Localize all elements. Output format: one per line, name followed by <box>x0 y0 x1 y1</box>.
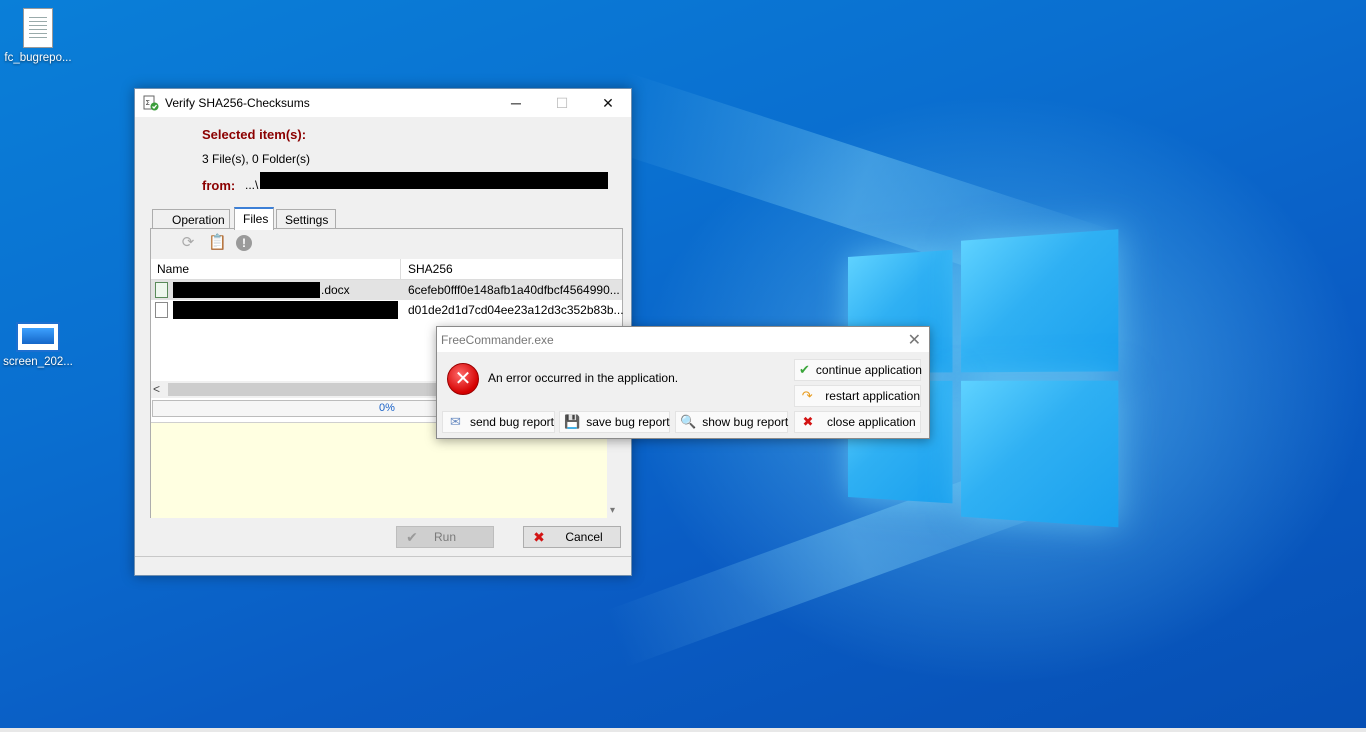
taskbar-edge <box>0 728 1366 732</box>
horizontal-scrollbar[interactable]: < <box>151 381 451 398</box>
show-bug-report-button[interactable]: 🔍 show bug report <box>675 411 788 433</box>
close-application-button[interactable]: ✖ close application <box>794 411 921 433</box>
tab-operation[interactable]: Operation <box>152 209 230 229</box>
error-dialog: FreeCommander.exe ✕ ✕ An error occurred … <box>436 326 930 439</box>
refresh-icon[interactable]: ⟳ <box>180 235 196 251</box>
tab-settings[interactable]: Settings <box>276 209 336 229</box>
file-list-header: Name SHA256 <box>151 259 622 280</box>
cancel-button[interactable]: ✖ Cancel <box>523 526 621 548</box>
redacted-filename <box>173 301 398 319</box>
selected-count-text: 3 File(s), 0 Folder(s) <box>202 152 311 166</box>
restart-application-button[interactable]: ↷ restart application <box>794 385 921 407</box>
error-icon: ✕ <box>447 363 479 395</box>
error-dialog-title: FreeCommander.exe <box>441 333 554 347</box>
redacted-path <box>260 172 608 189</box>
error-dialog-titlebar[interactable]: FreeCommander.exe ✕ <box>437 327 929 352</box>
selected-items-label: Selected item(s): <box>202 127 307 142</box>
redo-arrow-icon: ↷ <box>801 388 813 403</box>
checksum-app-icon: Σ <box>143 95 159 111</box>
save-bug-report-button[interactable]: 💾 save bug report <box>559 411 670 433</box>
file-icon <box>155 302 168 318</box>
send-bug-report-button[interactable]: ✉ send bug report <box>442 411 555 433</box>
status-bar <box>135 556 631 575</box>
desktop-icon-label: screen_202... <box>3 356 73 368</box>
maximize-button[interactable]: ☐ <box>539 89 585 117</box>
files-toolbar: ⟳ 📋 ! <box>151 229 622 259</box>
file-name-suffix: .docx <box>321 283 350 297</box>
from-label: from: <box>202 178 236 193</box>
red-x-icon: ✖ <box>802 414 814 429</box>
window-titlebar[interactable]: Σ Verify SHA256-Checksums ─ ☐ ✕ <box>135 89 631 117</box>
dialog-close-icon[interactable]: ✕ <box>908 330 921 350</box>
window-title: Verify SHA256-Checksums <box>165 96 310 110</box>
file-hash: d01de2d1d7cd04ee23a12d3c352b83b... <box>408 303 624 317</box>
run-button[interactable]: ✔ Run <box>396 526 494 548</box>
column-header-sha256[interactable]: SHA256 <box>408 262 453 276</box>
continue-application-button[interactable]: ✔ continue application <box>794 359 922 381</box>
svg-text:Σ: Σ <box>146 99 150 107</box>
column-divider[interactable] <box>400 259 401 280</box>
envelope-icon: ✉ <box>450 414 461 429</box>
scroll-left-icon[interactable]: < <box>153 382 160 396</box>
magnifier-icon: 🔍 <box>680 414 697 429</box>
warning-icon[interactable]: ! <box>236 235 252 251</box>
floppy-disk-icon: 💾 <box>564 414 581 429</box>
minimize-button[interactable]: ─ <box>493 89 539 117</box>
scroll-down-icon[interactable]: ▾ <box>610 505 615 516</box>
close-button[interactable]: ✕ <box>585 89 631 117</box>
verified-file-icon <box>155 282 168 298</box>
redacted-filename <box>173 282 320 298</box>
checkmark-icon: ✔ <box>799 362 810 377</box>
image-file-icon <box>16 322 60 352</box>
from-path: ...\ <box>245 178 259 192</box>
desktop-icon-screenshot[interactable]: screen_202... <box>0 322 78 368</box>
table-row[interactable]: d01de2d1d7cd04ee23a12d3c352b83b... <box>151 300 624 320</box>
tab-files[interactable]: Files <box>234 207 274 230</box>
desktop-icon-label: fc_bugrepo... <box>4 52 72 64</box>
file-hash: 6cefeb0fff0e148afb1a40dfbcf4564990... <box>408 283 620 297</box>
column-header-name[interactable]: Name <box>157 262 189 276</box>
cancel-x-icon: ✖ <box>533 528 545 545</box>
text-file-icon <box>23 8 53 48</box>
desktop-icon-bugreport[interactable]: fc_bugrepo... <box>0 8 78 64</box>
scroll-thumb[interactable] <box>168 383 448 396</box>
table-row[interactable]: .docx 6cefeb0fff0e148afb1a40dfbcf4564990… <box>151 280 622 300</box>
clipboard-icon[interactable]: 📋 <box>208 235 227 251</box>
error-message: An error occurred in the application. <box>488 371 679 385</box>
